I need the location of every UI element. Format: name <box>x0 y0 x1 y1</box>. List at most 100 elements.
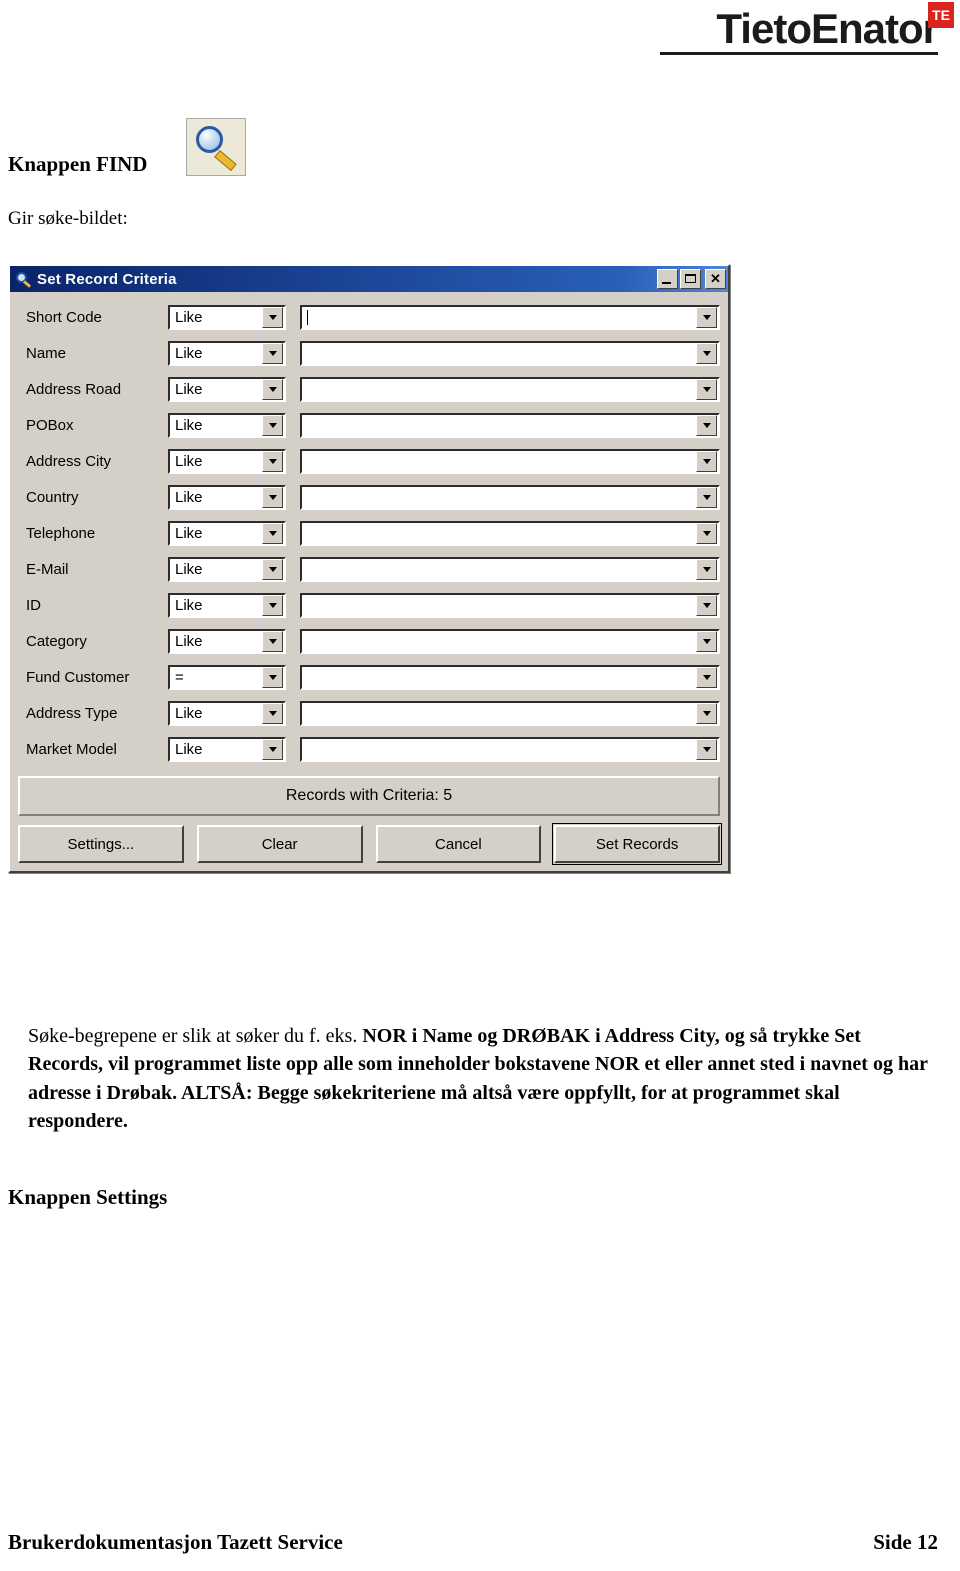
settings-button[interactable]: Settings... <box>18 825 184 863</box>
minimize-button[interactable] <box>657 269 678 289</box>
value-combo-email[interactable] <box>300 556 720 582</box>
chevron-down-icon[interactable] <box>696 666 717 688</box>
paragraph-lead: Søke-begrepene er slik at søker du f. ek… <box>28 1025 363 1047</box>
field-label-email: E-Mail <box>26 560 69 578</box>
brand-badge: TE <box>928 2 954 28</box>
cancel-button[interactable]: Cancel <box>375 825 542 863</box>
value-combo-fund-customer[interactable] <box>300 664 720 690</box>
dialog-title: Set Record Criteria <box>37 270 177 288</box>
value-combo-country[interactable] <box>300 484 720 510</box>
field-label-address-road: Address Road <box>26 380 122 398</box>
maximize-button[interactable] <box>680 269 701 289</box>
chevron-down-icon[interactable] <box>262 702 283 724</box>
field-label-address-type: Address Type <box>26 704 118 722</box>
operator-combo-name[interactable]: Like <box>168 340 286 366</box>
field-label-short-code: Short Code <box>26 308 102 326</box>
operator-value: Like <box>175 308 203 326</box>
chevron-down-icon[interactable] <box>696 738 717 760</box>
document-page: TietoEnator TE Knappen FIND Gir søke-bil… <box>0 0 960 1571</box>
close-button[interactable]: ✕ <box>705 269 726 289</box>
operator-value: Like <box>175 344 203 362</box>
value-combo-category[interactable] <box>300 628 720 654</box>
chevron-down-icon[interactable] <box>696 702 717 724</box>
operator-combo-country[interactable]: Like <box>168 484 286 510</box>
value-combo-pobox[interactable] <box>300 412 720 438</box>
criteria-row: Category Like <box>18 623 720 659</box>
chevron-down-icon[interactable] <box>262 342 283 364</box>
operator-combo-id[interactable]: Like <box>168 592 286 618</box>
operator-value: = <box>175 668 184 686</box>
chevron-down-icon[interactable] <box>696 306 717 328</box>
value-combo-short-code[interactable] <box>300 304 720 330</box>
page-footer: Brukerdokumentasjon Tazett Service Side … <box>0 1530 960 1555</box>
chevron-down-icon[interactable] <box>696 414 717 436</box>
chevron-down-icon[interactable] <box>262 594 283 616</box>
operator-value: Like <box>175 704 203 722</box>
operator-combo-address-road[interactable]: Like <box>168 376 286 402</box>
operator-value: Like <box>175 740 203 758</box>
chevron-down-icon[interactable] <box>262 558 283 580</box>
criteria-row: Address City Like <box>18 443 720 479</box>
operator-combo-fund-customer[interactable]: = <box>168 664 286 690</box>
chevron-down-icon[interactable] <box>696 558 717 580</box>
criteria-row: Address Type Like <box>18 695 720 731</box>
brand-name: TietoEnator <box>716 5 939 52</box>
operator-combo-market-model[interactable]: Like <box>168 736 286 762</box>
magnifier-handle <box>214 150 237 172</box>
criteria-row: Name Like <box>18 335 720 371</box>
criteria-row: E-Mail Like <box>18 551 720 587</box>
chevron-down-icon[interactable] <box>696 630 717 652</box>
set-records-button[interactable]: Set Records <box>552 823 722 865</box>
chevron-down-icon[interactable] <box>262 738 283 760</box>
field-label-pobox: POBox <box>26 416 74 434</box>
field-label-market-model: Market Model <box>26 740 117 758</box>
operator-value: Like <box>175 452 203 470</box>
set-record-criteria-dialog: Set Record Criteria ✕ Short Code Like Na… <box>8 264 730 873</box>
chevron-down-icon[interactable] <box>696 594 717 616</box>
criteria-row: Telephone Like <box>18 515 720 551</box>
operator-value: Like <box>175 596 203 614</box>
operator-combo-telephone[interactable]: Like <box>168 520 286 546</box>
field-label-name: Name <box>26 344 67 362</box>
field-label-category: Category <box>26 632 87 650</box>
field-label-address-city: Address City <box>26 452 112 470</box>
operator-value: Like <box>175 524 203 542</box>
chevron-down-icon[interactable] <box>696 450 717 472</box>
operator-value: Like <box>175 560 203 578</box>
chevron-down-icon[interactable] <box>696 522 717 544</box>
chevron-down-icon[interactable] <box>262 630 283 652</box>
clear-button[interactable]: Clear <box>196 825 363 863</box>
chevron-down-icon[interactable] <box>262 306 283 328</box>
chevron-down-icon[interactable] <box>696 342 717 364</box>
value-combo-id[interactable] <box>300 592 720 618</box>
dialog-button-row: Settings... Clear Cancel Set Records <box>18 823 722 865</box>
value-combo-address-road[interactable] <box>300 376 720 402</box>
chevron-down-icon[interactable] <box>262 486 283 508</box>
value-combo-address-type[interactable] <box>300 700 720 726</box>
value-combo-address-city[interactable] <box>300 448 720 474</box>
operator-combo-short-code[interactable]: Like <box>168 304 286 330</box>
chevron-down-icon[interactable] <box>696 486 717 508</box>
operator-value: Like <box>175 416 203 434</box>
operator-combo-address-city[interactable]: Like <box>168 448 286 474</box>
field-label-fund-customer: Fund Customer <box>26 668 130 686</box>
value-combo-market-model[interactable] <box>300 736 720 762</box>
operator-combo-category[interactable]: Like <box>168 628 286 654</box>
chevron-down-icon[interactable] <box>262 450 283 472</box>
chevron-down-icon[interactable] <box>262 378 283 400</box>
chevron-down-icon[interactable] <box>262 522 283 544</box>
chevron-down-icon[interactable] <box>262 414 283 436</box>
value-combo-name[interactable] <box>300 340 720 366</box>
operator-combo-pobox[interactable]: Like <box>168 412 286 438</box>
operator-combo-email[interactable]: Like <box>168 556 286 582</box>
criteria-row: Address Road Like <box>18 371 720 407</box>
field-label-telephone: Telephone <box>26 524 96 542</box>
field-label-country: Country <box>26 488 79 506</box>
heading-knappen-find: Knappen FIND <box>8 152 148 176</box>
dialog-titlebar[interactable]: Set Record Criteria ✕ <box>10 266 728 292</box>
intro-text: Gir søke-bildet: <box>8 208 128 229</box>
operator-combo-address-type[interactable]: Like <box>168 700 286 726</box>
chevron-down-icon[interactable] <box>262 666 283 688</box>
value-combo-telephone[interactable] <box>300 520 720 546</box>
chevron-down-icon[interactable] <box>696 378 717 400</box>
